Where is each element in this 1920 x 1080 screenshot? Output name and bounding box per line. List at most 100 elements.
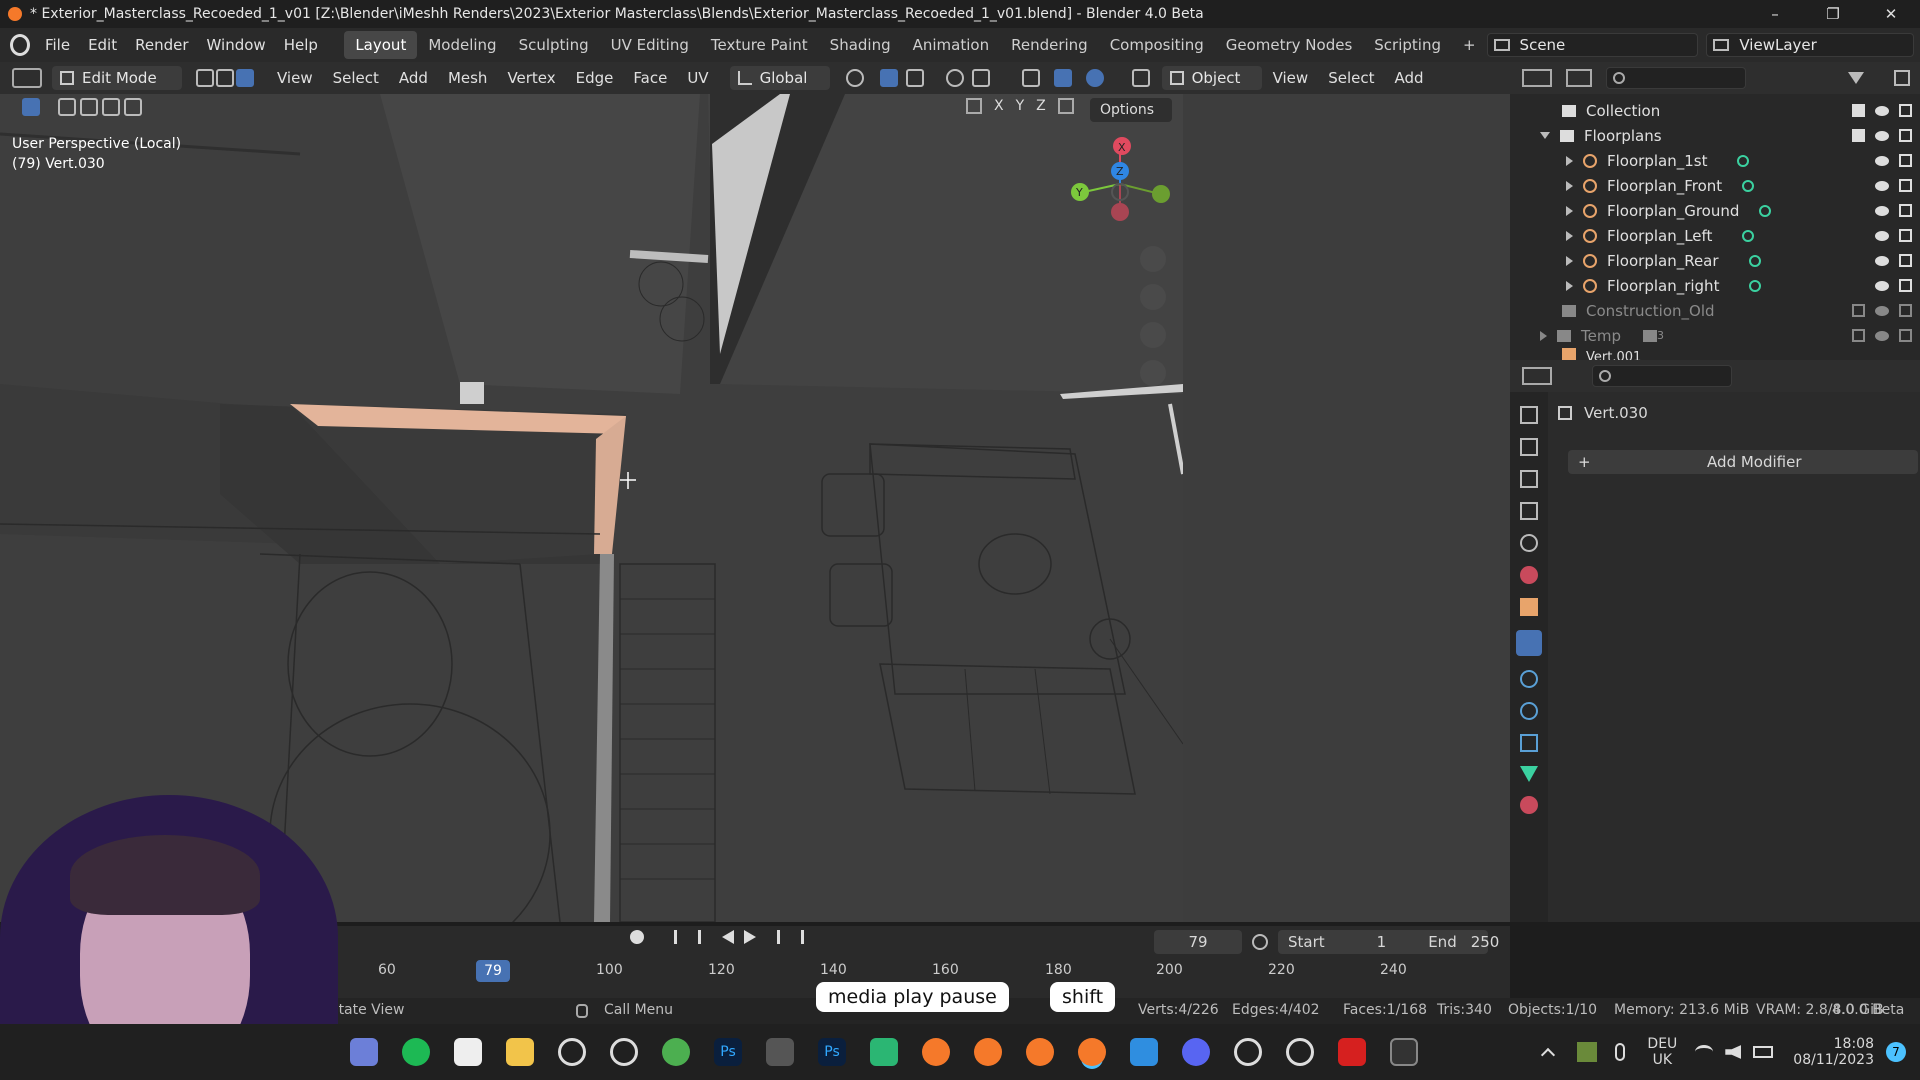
workspace-tab[interactable]: Modeling — [417, 31, 507, 59]
eye-icon[interactable] — [1875, 130, 1889, 141]
display-mode-icon[interactable] — [1566, 69, 1592, 87]
prev-keyframe-icon[interactable] — [698, 930, 712, 944]
vertex-select-icon[interactable] — [196, 69, 214, 87]
outliner-row-child[interactable]: Floorplan_Ground — [1510, 198, 1920, 223]
menu-window[interactable]: Window — [198, 28, 275, 62]
navigation-gizmo[interactable]: X Y Z — [1060, 134, 1180, 234]
expand-right-icon[interactable] — [1566, 230, 1573, 241]
menu-help[interactable]: Help — [275, 28, 327, 62]
axis-y-toggle[interactable]: Y — [1016, 98, 1025, 114]
right-menu-select[interactable]: Select — [1319, 62, 1383, 94]
next-keyframe-icon[interactable] — [766, 930, 780, 944]
outliner-row-child[interactable]: Floorplan_Left — [1510, 223, 1920, 248]
notification-badge[interactable]: 7 — [1886, 1042, 1906, 1062]
blender-menu-icon[interactable] — [10, 34, 30, 56]
right-menu-add[interactable]: Add — [1385, 62, 1432, 94]
header-menu-uv[interactable]: UV — [678, 62, 717, 94]
terminal-icon[interactable] — [1390, 1038, 1418, 1066]
battery-icon[interactable] — [1753, 1046, 1774, 1058]
expand-right-icon[interactable] — [1566, 255, 1573, 266]
acrobat-icon[interactable] — [1338, 1038, 1366, 1066]
workspace-tab[interactable]: Scripting — [1363, 31, 1452, 59]
modifier-tab-icon[interactable] — [1516, 630, 1542, 656]
blender4-icon[interactable] — [1078, 1038, 1106, 1066]
outliner-editor-icon[interactable] — [1522, 69, 1552, 87]
scene-selector[interactable]: Scene — [1486, 33, 1698, 57]
microphone-icon[interactable] — [1615, 1043, 1626, 1061]
view-layer-tab-icon[interactable] — [1520, 502, 1538, 520]
frame-ruler[interactable]: 60 79 100 120 140 160 180 200 220 240 — [330, 960, 1510, 984]
outliner-search-input[interactable] — [1606, 67, 1746, 89]
header-menu-vertex[interactable]: Vertex — [498, 62, 564, 94]
tray-app-icon[interactable] — [1577, 1042, 1598, 1062]
edge-select-icon[interactable] — [216, 69, 234, 87]
play-reverse-icon[interactable] — [722, 930, 734, 944]
chatgpt-icon[interactable] — [1234, 1038, 1262, 1066]
select-box-extend-icon[interactable] — [80, 98, 98, 116]
language-indicator[interactable]: DEU UK — [1647, 1036, 1677, 1068]
wifi-icon[interactable] — [1695, 1045, 1714, 1059]
menu-file[interactable]: File — [36, 28, 79, 62]
header-menu-mesh[interactable]: Mesh — [439, 62, 497, 94]
pan-hand-icon[interactable] — [1140, 284, 1166, 310]
workspace-tab[interactable]: UV Editing — [600, 31, 700, 59]
editor-type-icon[interactable] — [12, 68, 42, 88]
current-frame-marker[interactable]: 79 — [476, 960, 510, 982]
render-icon[interactable] — [1899, 254, 1912, 267]
app-icon-2[interactable] — [1286, 1038, 1314, 1066]
jump-end-icon[interactable] — [790, 930, 804, 944]
proportional-edit-icon[interactable] — [945, 69, 964, 87]
outliner-row-partial[interactable]: Vert.001 — [1510, 348, 1920, 360]
frame-range[interactable]: Start 1 End 250 — [1278, 930, 1499, 954]
eye-icon[interactable] — [1875, 330, 1889, 341]
header-menu-add[interactable]: Add — [390, 62, 437, 94]
current-frame-field[interactable]: 79 — [1154, 930, 1242, 954]
outliner-row-child[interactable]: Floorplan_Front — [1510, 173, 1920, 198]
workspace-tab[interactable]: Texture Paint — [700, 31, 819, 59]
workspace-tab[interactable]: Shading — [819, 31, 902, 59]
close-button[interactable]: ✕ — [1862, 0, 1920, 28]
render-icon[interactable] — [1899, 204, 1912, 217]
photoshop-icon[interactable]: Ps — [714, 1038, 742, 1066]
outliner-row-construction[interactable]: Construction_Old — [1510, 298, 1920, 323]
world-tab-icon[interactable] — [1520, 566, 1538, 584]
physics-tab-icon[interactable] — [1520, 702, 1538, 720]
gizmo-icon[interactable] — [1053, 69, 1072, 87]
record-icon[interactable] — [630, 930, 644, 944]
eye-icon[interactable] — [1875, 280, 1889, 291]
blender2-icon[interactable] — [974, 1038, 1002, 1066]
clock[interactable]: 18:08 08/11/2023 — [1793, 1036, 1874, 1068]
object-selector[interactable]: Object — [1161, 66, 1262, 90]
expand-right-icon[interactable] — [1566, 205, 1573, 216]
expand-right-icon[interactable] — [1566, 180, 1573, 191]
filter-icon[interactable] — [1848, 72, 1864, 84]
checkbox-icon[interactable] — [1852, 304, 1865, 317]
xray-icon[interactable] — [1131, 69, 1150, 87]
eye-icon[interactable] — [1875, 105, 1889, 116]
discord-icon[interactable] — [1182, 1038, 1210, 1066]
outliner-row-collection[interactable]: Collection — [1510, 98, 1920, 123]
header-menu-view[interactable]: View — [268, 62, 322, 94]
properties-editor-icon[interactable] — [1522, 367, 1552, 385]
checkbox-icon[interactable] — [1852, 129, 1865, 142]
outliner-row-floorplans[interactable]: Floorplans — [1510, 123, 1920, 148]
workspace-tab[interactable]: Compositing — [1099, 31, 1215, 59]
right-menu-view[interactable]: View — [1264, 62, 1318, 94]
zoom-icon[interactable] — [1140, 246, 1166, 272]
play-icon[interactable] — [744, 930, 756, 944]
eye-icon[interactable] — [1875, 180, 1889, 191]
outliner-row-temp[interactable]: Temp 3 — [1510, 323, 1920, 348]
workspace-tab[interactable]: Sculpting — [508, 31, 600, 59]
mode-selector[interactable]: Edit Mode — [52, 66, 182, 90]
header-menu-edge[interactable]: Edge — [567, 62, 623, 94]
checkbox-icon[interactable] — [1852, 104, 1865, 117]
eye-icon[interactable] — [1875, 205, 1889, 216]
minimize-button[interactable]: – — [1746, 0, 1804, 28]
render-icon[interactable] — [1899, 129, 1912, 142]
add-modifier-button[interactable]: + Add Modifier — [1568, 450, 1918, 474]
spotify-icon[interactable] — [402, 1038, 430, 1066]
axis-z-toggle[interactable]: Z — [1036, 98, 1046, 114]
view-layer-selector[interactable]: ViewLayer — [1706, 33, 1914, 57]
render-icon[interactable] — [1899, 154, 1912, 167]
pivot-icon[interactable] — [845, 69, 864, 87]
